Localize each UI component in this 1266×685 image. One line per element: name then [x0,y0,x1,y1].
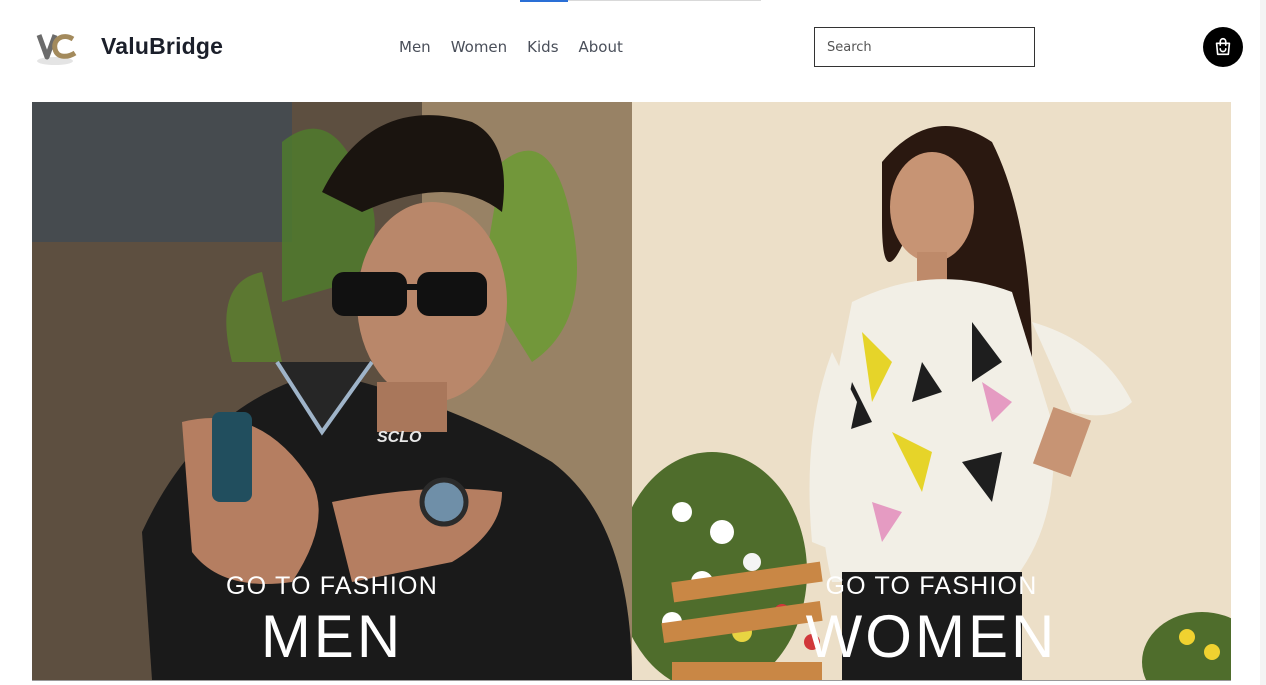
nav-item-kids[interactable]: Kids [527,38,558,56]
men-category-card[interactable]: SCLO GO TO FASHION MEN [32,102,632,680]
brand-logo-icon[interactable] [33,27,81,67]
cart-button[interactable] [1203,27,1243,67]
nav-item-men[interactable]: Men [399,38,431,56]
women-category-card[interactable]: GO TO FASHION WOMEN [632,102,1231,680]
hero-banner: SCLO GO TO FASHION MEN GO TO FASHION WOM… [32,102,1231,680]
nav-item-women[interactable]: Women [451,38,507,56]
women-caption-subtitle: GO TO FASHION [825,572,1038,600]
nav-item-about[interactable]: About [579,38,623,56]
search-box [814,27,1035,67]
page-scrollbar[interactable] [1260,0,1266,685]
site-header: ValuBridge Men Women Kids About [0,0,1266,95]
section-divider [32,680,1231,681]
brand-name[interactable]: ValuBridge [101,33,223,60]
men-caption-title: MEN [260,603,404,670]
women-caption-title: WOMEN [805,603,1058,670]
search-input[interactable] [815,28,1034,66]
main-nav: Men Women Kids About [399,38,643,56]
men-caption-subtitle: GO TO FASHION [226,572,438,600]
shopping-bag-icon [1215,37,1231,56]
shirt-logo: SCLO [377,429,422,446]
